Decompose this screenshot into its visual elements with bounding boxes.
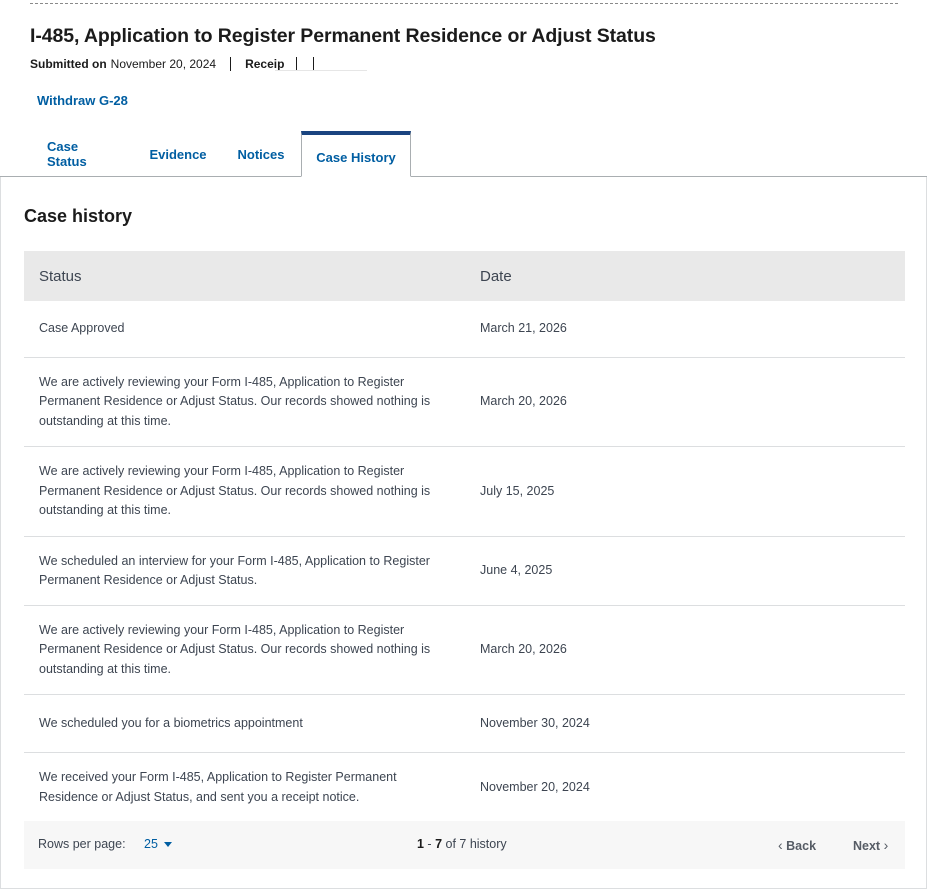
rows-per-page-select[interactable]: 25 xyxy=(144,837,172,851)
column-header-status: Status xyxy=(39,267,82,285)
submitted-date: November 20, 2024 xyxy=(110,57,217,71)
pagination-bar: Rows per page: 25 1 - 7 of 7 history ‹ B… xyxy=(24,821,905,869)
page-title: I-485, Application to Register Permanent… xyxy=(30,25,656,47)
table-row: We are actively reviewing your Form I-48… xyxy=(24,358,905,447)
history-table: Status Date Case Approved March 21, 2026… xyxy=(24,251,905,822)
row-status: We scheduled an interview for your Form … xyxy=(39,553,430,588)
range-total: of 7 history xyxy=(445,837,507,851)
meta-divider xyxy=(296,57,298,71)
row-status: We are actively reviewing your Form I-48… xyxy=(39,622,431,676)
table-row: We scheduled an interview for your Form … xyxy=(24,537,905,606)
row-date: November 20, 2024 xyxy=(480,779,590,794)
row-date: July 15, 2025 xyxy=(480,483,555,498)
meta-divider xyxy=(230,57,232,71)
redacted-area xyxy=(275,70,367,88)
tab-evidence[interactable]: Evidence xyxy=(148,131,208,177)
back-button[interactable]: ‹ Back xyxy=(778,837,816,853)
table-row: We are actively reviewing your Form I-48… xyxy=(24,606,905,695)
table-row: We received your Form I-485, Application… xyxy=(24,753,905,822)
row-status: We are actively reviewing your Form I-48… xyxy=(39,464,431,518)
dashed-divider xyxy=(30,3,898,4)
table-header: Status Date xyxy=(24,251,905,301)
row-status: We received your Form I-485, Application… xyxy=(39,770,397,804)
chevron-left-icon: ‹ xyxy=(778,837,783,853)
table-row: Case Approved March 21, 2026 xyxy=(24,301,905,358)
rows-per-page-label: Rows per page: xyxy=(38,837,126,851)
row-status: We are actively reviewing your Form I-48… xyxy=(39,374,431,428)
row-date: March 20, 2026 xyxy=(480,394,567,409)
row-date: March 21, 2026 xyxy=(480,321,567,336)
table-row: We scheduled you for a biometrics appoin… xyxy=(24,695,905,753)
back-label: Back xyxy=(786,839,817,853)
row-date: June 4, 2025 xyxy=(480,563,553,578)
column-header-date: Date xyxy=(480,267,512,285)
row-date: November 30, 2024 xyxy=(480,715,590,730)
case-page: I-485, Application to Register Permanent… xyxy=(0,0,927,893)
range-end: 7 xyxy=(435,837,443,851)
tab-case-status[interactable]: Case Status xyxy=(47,131,121,177)
table-row: We are actively reviewing your Form I-48… xyxy=(24,447,905,537)
next-label: Next xyxy=(853,839,881,853)
row-status: Case Approved xyxy=(39,321,125,336)
caret-down-icon xyxy=(163,842,172,848)
case-tabs: Case Status Evidence Notices Case Histor… xyxy=(0,131,927,177)
tab-notices[interactable]: Notices xyxy=(236,131,286,177)
case-meta: Submitted on November 20, 2024 Receip xyxy=(30,57,322,71)
chevron-right-icon: › xyxy=(883,837,889,853)
range-start: 1 xyxy=(417,837,424,851)
row-date: March 20, 2026 xyxy=(480,642,567,657)
section-title: Case history xyxy=(24,206,133,226)
tab-case-history[interactable]: Case History xyxy=(301,131,411,177)
meta-divider xyxy=(313,57,315,71)
submitted-label: Submitted on xyxy=(30,57,107,71)
rows-per-page-value: 25 xyxy=(144,837,158,851)
next-button[interactable]: Next › xyxy=(853,837,888,853)
receipt-label: Receip xyxy=(245,57,285,71)
withdraw-g28-link[interactable]: Withdraw G-28 xyxy=(37,93,128,108)
case-history-section: Case history Status Date Case Approved M… xyxy=(0,177,927,889)
page-range: 1 - 7 of 7 history xyxy=(417,837,507,851)
row-status: We scheduled you for a biometrics appoin… xyxy=(39,715,303,730)
